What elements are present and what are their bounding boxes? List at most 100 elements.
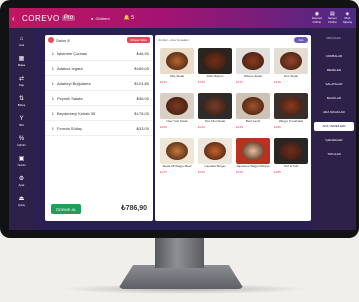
category-panel: MENÜLER ÇORBALAR MEZELER SALATALAR BALIKLAR… xyxy=(311,28,356,230)
app-logo: ‹ COREVO Pro xyxy=(12,13,76,23)
order-row[interactable]: 1 İşkembe Çorbası ₺46,50 xyxy=(45,47,153,61)
dish-icon xyxy=(280,52,302,70)
category-item[interactable]: TATLILAR xyxy=(314,150,354,159)
product-image xyxy=(160,93,194,119)
product-price: ₺256 xyxy=(160,124,167,129)
nav-label: Böl xyxy=(19,123,24,127)
product-price: ₺295 xyxy=(274,124,281,129)
category-item[interactable]: BALIKLAR xyxy=(314,94,354,103)
notifications[interactable]: 🔔 5 xyxy=(124,15,134,21)
product-name: Turf & Surf xyxy=(283,164,299,168)
bell-icon: 🔔 xyxy=(123,15,130,21)
product-price: ₺315 xyxy=(236,169,243,174)
product-name: Dox Steak xyxy=(284,74,298,78)
product-image xyxy=(198,138,232,164)
product-card[interactable]: Turf & Surf ₺285 xyxy=(274,138,308,180)
nav-item-cikis[interactable]: ⏏ Çıkış xyxy=(9,196,34,207)
product-name: Piliç Steak xyxy=(169,74,184,78)
nav-label: İndirim xyxy=(16,143,26,147)
category-item[interactable]: MEZELER xyxy=(314,66,354,75)
product-image xyxy=(198,48,232,74)
receipt-icon: ▦ xyxy=(18,56,25,62)
breadcrumb: Ürünler › Ana Yemekler xyxy=(158,38,189,42)
dish-icon xyxy=(280,142,302,160)
order-item-name: Fırında Sütlaç xyxy=(57,126,82,131)
product-image xyxy=(236,138,270,164)
nav-item-indirim[interactable]: % İndirim xyxy=(9,136,34,147)
product-card[interactable]: Ribeye Steak ₺245 xyxy=(236,48,270,90)
nav-item-ana[interactable]: ⌂ Ana xyxy=(9,36,34,47)
order-qty: 1 xyxy=(51,111,54,116)
nav-item-tasi[interactable]: ⇄ Taşı xyxy=(9,76,34,87)
logo-text: COREVO xyxy=(22,13,60,23)
pos-screen: ‹ COREVO Pro ● Görkem 🔔 5 ◉ İnternet Onl… xyxy=(9,8,356,230)
product-name: Fileli Mignon xyxy=(206,74,224,78)
product-name: Ribeye Steak xyxy=(244,74,262,78)
dish-icon xyxy=(166,97,188,115)
order-row[interactable]: 1 Adakoz Izgara ₺189,00 xyxy=(45,62,153,76)
nav-item-masa[interactable]: ▦ Masa xyxy=(9,56,34,67)
order-row[interactable]: 1 Fırında Sütlaç ₺33,00 xyxy=(45,122,153,136)
product-price: ₺275 xyxy=(160,169,167,174)
nav-item-birles[interactable]: ⇅ Birleş xyxy=(9,96,34,107)
nav-item-ayar[interactable]: ⚙ Ayar xyxy=(9,176,34,187)
user-name: Görkem xyxy=(95,15,110,21)
product-card[interactable]: New York Steak ₺256 xyxy=(160,93,194,135)
product-name: Beef Lamb xyxy=(245,119,261,123)
nav-label: Ayar xyxy=(18,183,25,187)
dish-icon xyxy=(242,142,264,160)
dish-icon xyxy=(204,97,226,115)
discount-icon: % xyxy=(18,136,25,142)
order-item-price: ₺46,50 xyxy=(136,51,149,56)
search-button[interactable]: Ara xyxy=(294,37,308,43)
category-item[interactable]: İÇECEKLER xyxy=(314,136,354,145)
back-icon[interactable]: ‹ xyxy=(12,14,20,23)
order-row[interactable]: 1 Beyderbeyi Kebab 35 ₺178,00 xyxy=(45,107,153,121)
status-internet: ◉ İnternet Online xyxy=(312,12,322,25)
nav-item-yazdir[interactable]: ▣ Yazdır xyxy=(9,156,34,167)
merge-icon: ⇅ xyxy=(18,96,25,102)
product-card[interactable]: Dox Steak ₺199 xyxy=(274,48,308,90)
order-row[interactable]: 1 Peynirli Salata ₺56,00 xyxy=(45,92,153,106)
logo-badge: Pro xyxy=(61,15,76,21)
order-qty: 1 xyxy=(51,66,54,71)
product-card[interactable]: Steak 28 Wagyu Beef ₺275 xyxy=(160,138,194,180)
pay-button[interactable]: ÖDEME AL xyxy=(51,204,81,214)
dish-icon xyxy=(280,97,302,115)
order-item-name: Beyderbeyi Kebab 35 xyxy=(57,111,96,116)
user-menu[interactable]: ● Görkem xyxy=(91,16,110,21)
product-card[interactable]: Fileli Mignon ₺189 xyxy=(198,48,232,90)
category-item[interactable]: ANA YEMEKLER xyxy=(314,122,354,131)
catalog-header: Ürünler › Ana Yemekler Ara xyxy=(155,35,311,45)
add-customer-button[interactable]: Müşteri Ekle xyxy=(127,37,150,43)
split-icon: Y xyxy=(19,116,24,122)
nav-item-bol[interactable]: Y Böl xyxy=(9,116,34,127)
category-item[interactable]: ARA SICAKLAR xyxy=(314,108,354,117)
product-name: Wagyu Tomahawk xyxy=(278,119,304,123)
order-item-name: İşkembe Çorbası xyxy=(57,51,88,56)
product-card[interactable]: Japanese Wagyu Ribeye ₺315 xyxy=(236,138,270,180)
product-price: ₺285 xyxy=(274,169,281,174)
product-card[interactable]: Beef Lamb ₺235 xyxy=(236,93,270,135)
category-item[interactable]: ÇORBALAR xyxy=(314,52,354,61)
order-row[interactable]: 1 Adabeyi Buğulama ₺124,80 xyxy=(45,77,153,91)
category-item[interactable]: SALATALAR xyxy=(314,80,354,89)
status-server: ▤ Server Online xyxy=(328,12,337,25)
dish-icon xyxy=(204,142,226,160)
product-image xyxy=(274,93,308,119)
order-qty: 1 xyxy=(51,96,54,101)
product-card[interactable]: Wagyu Tomahawk ₺295 xyxy=(274,93,308,135)
status-indicators: ◉ İnternet Online ▤ Server Online ◈ Mod … xyxy=(312,12,352,25)
category-title: MENÜLER xyxy=(326,36,341,40)
dish-icon xyxy=(204,52,226,70)
product-card[interactable]: Piliç Steak ₺215 xyxy=(160,48,194,90)
print-icon: ▣ xyxy=(18,156,25,162)
product-name: Dox Filet Steak xyxy=(204,119,226,123)
product-card[interactable]: Camada Burger ₺165 xyxy=(198,138,232,180)
order-item-name: Adabeyi Buğulama xyxy=(57,81,91,86)
settings-icon: ⚙ xyxy=(18,176,25,182)
product-image xyxy=(236,48,270,74)
nav-label: Çıkış xyxy=(18,203,25,207)
product-card[interactable]: Dox Filet Steak ₺210 xyxy=(198,93,232,135)
product-price: ₺165 xyxy=(198,169,205,174)
